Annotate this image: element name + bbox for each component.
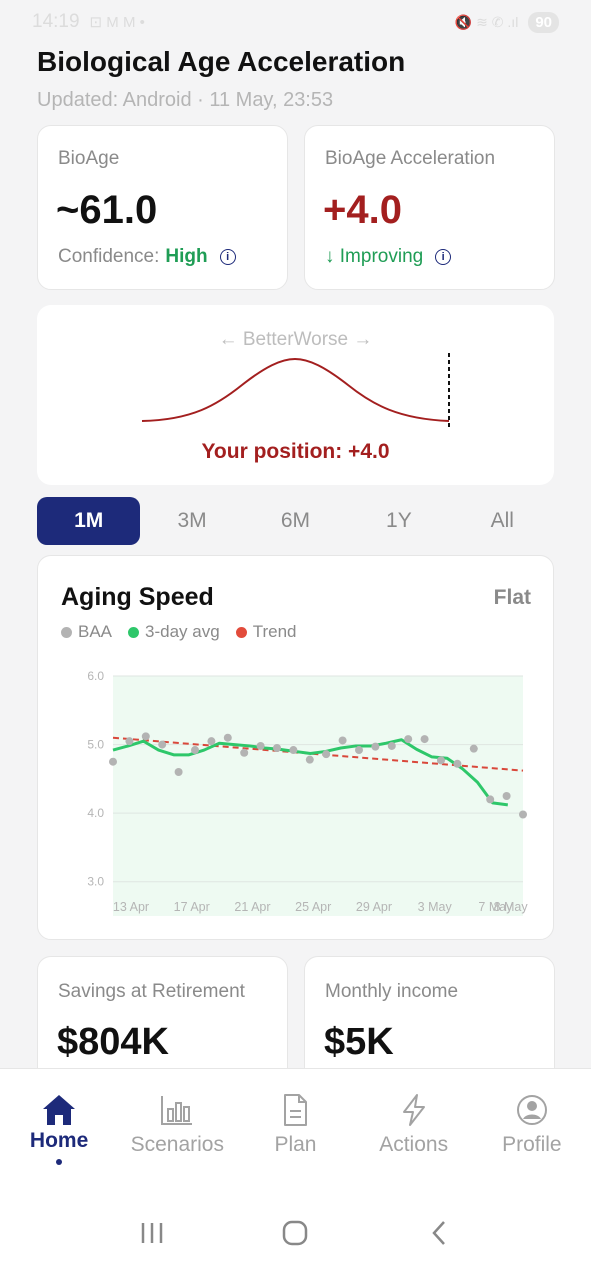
x-tick-label: 17 Apr xyxy=(174,900,210,914)
acceleration-value: +4.0 xyxy=(323,188,402,232)
acceleration-card[interactable]: BioAge Acceleration +4.0 ↓ Improving i xyxy=(304,125,555,290)
nav-plan[interactable]: Plan xyxy=(236,1069,354,1189)
info-icon[interactable]: i xyxy=(219,249,236,265)
baa-point xyxy=(289,746,298,755)
user-icon xyxy=(516,1095,547,1125)
tab-3m[interactable]: 3M xyxy=(140,497,243,545)
aging-speed-chart: 6.0 5.0 4.0 3.0 13 Apr 17 Apr 21 Apr 25 Apr 29 A… xyxy=(87,669,529,916)
bioage-label: BioAge xyxy=(58,148,120,169)
baa-point xyxy=(191,746,199,755)
notification-icons: ⊡ M M • xyxy=(89,14,145,31)
baa-point xyxy=(371,742,380,751)
improving-status: ↓ Improving xyxy=(325,246,424,267)
back-icon[interactable] xyxy=(424,1219,454,1247)
page-title: Biological Age Acceleration xyxy=(37,46,406,77)
tab-6m[interactable]: 6M xyxy=(244,497,347,545)
nav-label: Actions xyxy=(379,1133,449,1156)
baa-point xyxy=(207,737,216,746)
y-tick-label: 5.0 xyxy=(87,738,104,752)
page-subtitle: Updated: Android · 11 May, 23:53 xyxy=(37,89,334,111)
baa-point xyxy=(256,741,265,750)
status-icons: 🔇 ≋ ✆ .ıl xyxy=(454,13,519,30)
lightning-icon xyxy=(402,1094,425,1126)
home-icon xyxy=(43,1095,76,1125)
baa-point xyxy=(174,768,183,776)
baa-point xyxy=(240,748,249,757)
baa-point xyxy=(223,733,232,742)
baa-point xyxy=(273,744,281,752)
status-left: 14:19 ⊡ M M • xyxy=(32,11,145,33)
baa-point xyxy=(469,744,478,753)
bioage-value: ~61.0 xyxy=(56,188,158,232)
aging-speed-card: Aging Speed Flat BAA 3-day avg Trend 6.0… xyxy=(37,555,554,940)
status-right: 🔇 ≋ ✆ .ıl 90 xyxy=(454,11,559,33)
bell-curve xyxy=(141,357,450,422)
position-text: Your position: +4.0 xyxy=(201,440,390,463)
system-home-icon[interactable] xyxy=(280,1219,310,1247)
nav-label: Plan xyxy=(274,1133,317,1156)
baa-point xyxy=(158,740,167,749)
recent-apps-icon[interactable] xyxy=(137,1219,167,1247)
system-nav-bar xyxy=(0,1219,591,1247)
x-tick-label: 25 Apr xyxy=(295,900,331,914)
confidence-label: Confidence: xyxy=(58,246,160,267)
distribution-card: ← BetterWorse → Your position: +4.0 xyxy=(37,305,554,485)
screen: 14:19 ⊡ M M • 🔇 ≋ ✆ .ıl 90 Biological Ag… xyxy=(0,0,591,1280)
y-tick-label: 4.0 xyxy=(87,806,104,820)
baa-point xyxy=(125,737,134,746)
active-indicator xyxy=(56,1159,63,1165)
income-value: $5K xyxy=(324,1021,394,1063)
baa-point xyxy=(305,755,314,764)
tab-all[interactable]: All xyxy=(451,497,554,545)
baa-point xyxy=(453,759,462,768)
status-bar: 14:19 ⊡ M M • 🔇 ≋ ✆ .ıl 90 xyxy=(0,0,591,44)
confidence-row: Confidence: High i xyxy=(58,246,236,268)
bioage-card[interactable]: BioAge ~61.0 Confidence: High i xyxy=(37,125,288,290)
baa-point xyxy=(322,750,331,759)
baa-point xyxy=(486,795,495,804)
baa-point xyxy=(502,792,511,800)
nav-actions[interactable]: Actions xyxy=(355,1069,473,1189)
x-tick-label: 3 May xyxy=(418,900,453,914)
nav-label: Scenarios xyxy=(130,1133,224,1156)
baa-point xyxy=(519,810,527,819)
tab-1m[interactable]: 1M xyxy=(37,497,141,545)
baa-point xyxy=(355,746,363,755)
baa-point xyxy=(420,735,429,744)
savings-label: Savings at Retirement xyxy=(58,981,245,1002)
nav-items: Home Scenarios Plan Actions Profile xyxy=(0,1069,591,1189)
improving-row: ↓ Improving i xyxy=(325,246,452,268)
x-tick-label: 13 Apr xyxy=(113,900,149,914)
baa-point xyxy=(437,756,445,765)
baa-point xyxy=(109,757,117,766)
bar-chart-icon xyxy=(161,1096,193,1125)
nav-label: Profile xyxy=(502,1133,562,1156)
nav-home[interactable]: Home xyxy=(0,1069,118,1189)
income-label: Monthly income xyxy=(325,981,459,1002)
status-time: 14:19 xyxy=(32,11,80,32)
bottom-nav: Home Scenarios Plan Actions Profile xyxy=(0,1068,591,1280)
nav-profile[interactable]: Profile xyxy=(473,1069,591,1189)
baa-point xyxy=(338,736,347,745)
confidence-value: High xyxy=(165,246,208,267)
baa-point xyxy=(387,741,396,750)
nav-label: Home xyxy=(29,1129,89,1152)
battery-icon: 90 xyxy=(528,11,559,33)
x-tick-label: 8 May xyxy=(494,900,529,914)
y-tick-label: 3.0 xyxy=(87,875,104,889)
x-tick-label: 21 Apr xyxy=(234,900,270,914)
savings-value: $804K xyxy=(57,1021,169,1063)
tab-1y[interactable]: 1Y xyxy=(347,497,450,545)
x-tick-label: 29 Apr xyxy=(356,900,392,914)
plot-background xyxy=(113,676,523,916)
range-tabs: 1M 3M 6M 1Y All xyxy=(37,497,554,545)
baa-point xyxy=(141,732,150,741)
y-tick-label: 6.0 xyxy=(87,669,104,683)
nav-scenarios[interactable]: Scenarios xyxy=(118,1069,236,1189)
document-icon xyxy=(284,1094,308,1126)
info-icon[interactable]: i xyxy=(435,249,452,265)
baa-point xyxy=(404,735,413,744)
acceleration-label: BioAge Acceleration xyxy=(325,148,496,169)
